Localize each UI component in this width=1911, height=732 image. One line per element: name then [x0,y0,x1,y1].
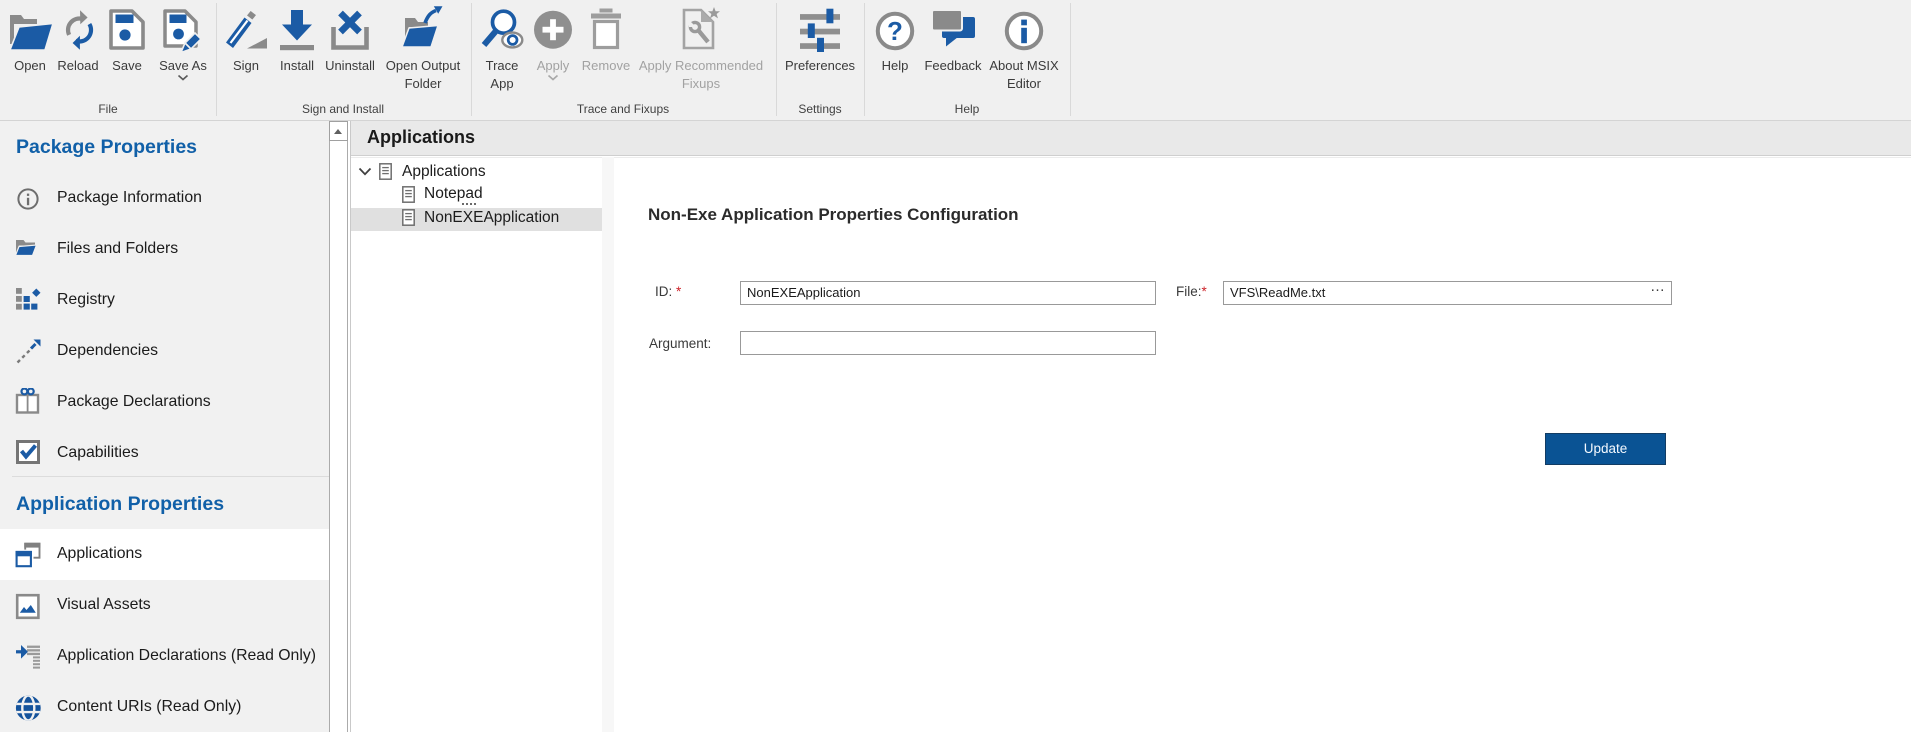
svg-text:?: ? [887,16,903,46]
